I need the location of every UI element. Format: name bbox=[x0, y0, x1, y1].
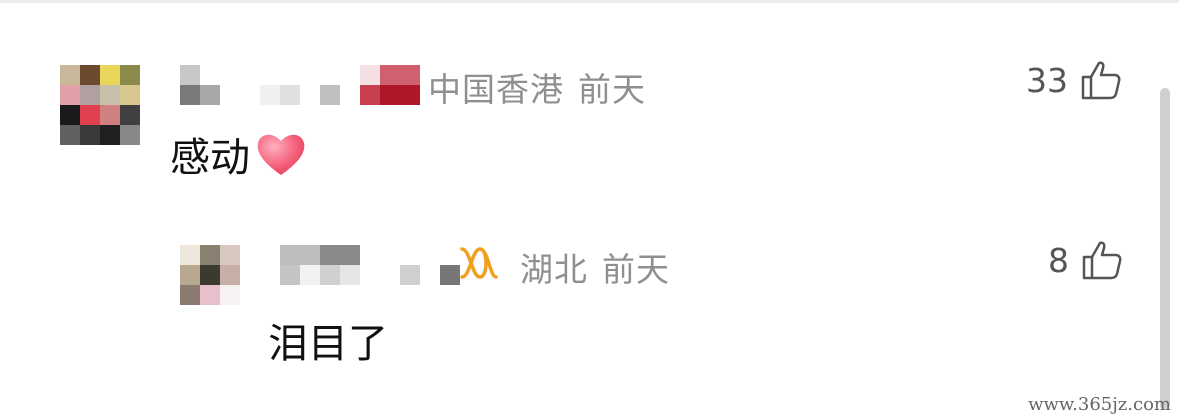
thumbs-up-icon bbox=[1082, 241, 1122, 280]
thumbs-up-icon bbox=[1081, 61, 1121, 100]
avatar[interactable] bbox=[180, 245, 240, 305]
avatar[interactable] bbox=[60, 65, 140, 145]
like-button[interactable]: 33 bbox=[1026, 59, 1122, 101]
reply-item: 湖北 前天 8 泪目了 bbox=[0, 235, 1160, 375]
comment-text-row: 泪目了 bbox=[268, 311, 388, 369]
time-label: 前天 bbox=[578, 70, 646, 109]
comment-text: 感动 bbox=[170, 135, 250, 181]
comment-text: 泪目了 bbox=[268, 321, 388, 367]
comment-meta: 中国香港 前天 bbox=[428, 63, 660, 111]
heart-emoji-icon bbox=[257, 134, 305, 175]
like-count: 33 bbox=[1026, 60, 1068, 100]
watermark: www.365jz.com bbox=[1028, 394, 1171, 415]
top-divider bbox=[0, 0, 1179, 3]
comment-item: 中国香港 前天 33 感动 bbox=[0, 55, 1160, 195]
time-label: 前天 bbox=[602, 250, 670, 289]
username-pixelated[interactable] bbox=[280, 245, 460, 289]
location-label: 中国香港 bbox=[428, 70, 564, 109]
like-button[interactable]: 8 bbox=[1048, 239, 1123, 281]
comment-meta: 湖北 前天 bbox=[520, 243, 684, 291]
member-badge-icon bbox=[460, 247, 498, 279]
location-label: 湖北 bbox=[520, 250, 588, 289]
like-count: 8 bbox=[1048, 240, 1069, 280]
comment-text-row: 感动 bbox=[170, 125, 308, 183]
username-pixelated[interactable] bbox=[180, 65, 430, 109]
scrollbar[interactable] bbox=[1160, 88, 1170, 410]
